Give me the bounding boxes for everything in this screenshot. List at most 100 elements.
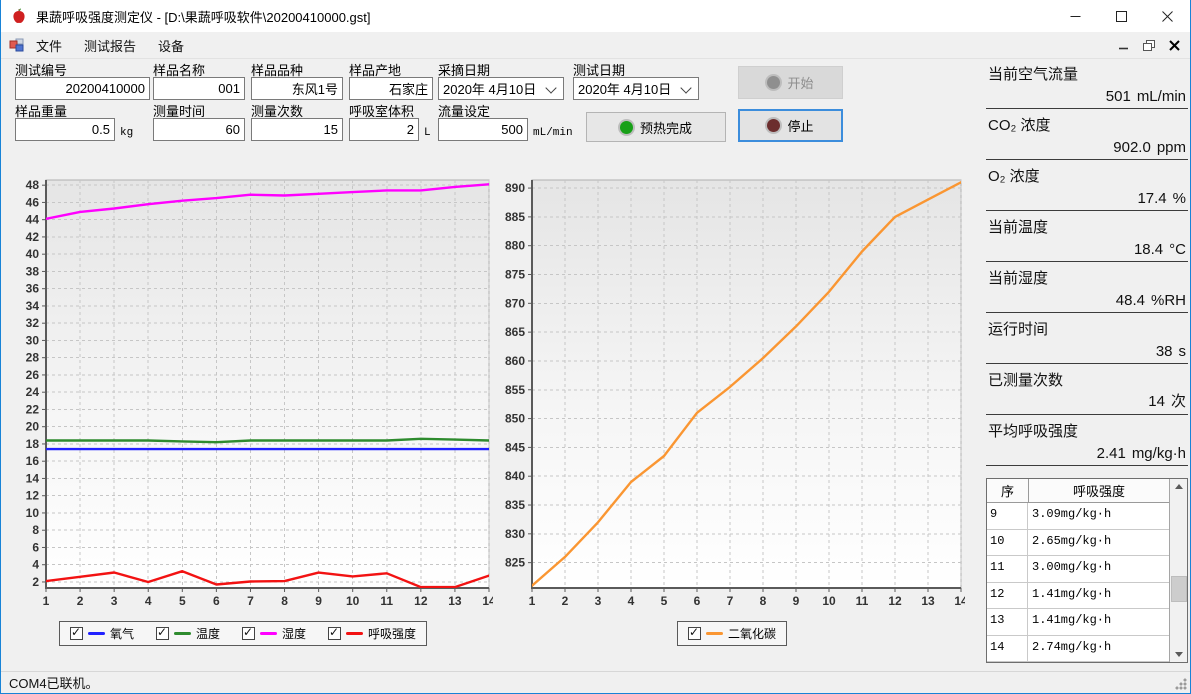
measure-time-input[interactable] [153, 118, 245, 141]
maximize-button[interactable] [1098, 0, 1144, 32]
gray-status-dot-icon [767, 76, 780, 89]
stat-label: 运行时间 [988, 318, 1048, 339]
status-bar: COM4已联机。 [1, 671, 1190, 693]
stat-temperature: 当前温度 18.4°C [986, 211, 1188, 262]
scroll-up-button[interactable] [1170, 479, 1187, 494]
svg-text:850: 850 [505, 412, 525, 426]
humidity-checkbox[interactable] [242, 627, 255, 640]
legend-label: 温度 [196, 625, 220, 642]
resize-grip[interactable] [1175, 678, 1187, 690]
table-row[interactable]: 11 3.00mg/kg·h [987, 556, 1169, 582]
close-icon [1162, 11, 1173, 22]
stat-value: 17.4% [1137, 190, 1186, 207]
close-button[interactable] [1144, 0, 1190, 32]
sample-name-input[interactable] [153, 77, 245, 100]
svg-text:28: 28 [26, 351, 40, 365]
field-label: 测量次数 [251, 101, 343, 117]
menu-item-device[interactable]: 设备 [147, 32, 195, 59]
svg-text:870: 870 [505, 296, 525, 310]
legend-item-temperature: 温度 [156, 625, 220, 642]
field-measure-time: 测量时间 s [153, 101, 245, 141]
svg-text:890: 890 [505, 181, 525, 195]
stat-measured-count: 已测量次数 14次 [986, 364, 1188, 415]
svg-text:13: 13 [921, 594, 935, 608]
field-label: 样品产地 [349, 60, 433, 76]
svg-text:8: 8 [281, 594, 288, 608]
svg-text:11: 11 [380, 594, 393, 608]
svg-text:840: 840 [505, 469, 525, 483]
preheat-status-button[interactable]: 预热完成 [586, 112, 726, 142]
svg-text:5: 5 [179, 594, 186, 608]
svg-text:11: 11 [856, 594, 869, 608]
stat-label: 已测量次数 [988, 369, 1063, 390]
svg-text:825: 825 [505, 556, 525, 570]
table-row[interactable]: 13 1.41mg/kg·h [987, 609, 1169, 635]
title-bar: 果蔬呼吸强度测定仪 - [D:\果蔬呼吸软件\20200410000.gst] [1, 0, 1190, 32]
sample-weight-input[interactable] [15, 118, 115, 141]
menu-item-file[interactable]: 文件 [25, 32, 73, 59]
stat-label: 平均呼吸强度 [988, 420, 1078, 441]
sample-variety-input[interactable] [251, 77, 343, 100]
svg-text:1: 1 [43, 594, 50, 608]
scroll-down-button[interactable] [1170, 647, 1187, 662]
field-sample-origin: 样品产地 [349, 60, 433, 100]
svg-text:2: 2 [562, 594, 569, 608]
svg-text:880: 880 [505, 239, 525, 253]
co2-chart-legend: 二氧化碳 [677, 621, 787, 646]
svg-text:8: 8 [760, 594, 767, 608]
svg-text:835: 835 [505, 498, 525, 512]
stop-button[interactable]: 停止 [738, 109, 843, 142]
stat-avg-respiration: 平均呼吸强度 2.41mg/kg·h [986, 415, 1188, 466]
table-row[interactable]: 9 3.09mg/kg·h [987, 503, 1169, 529]
child-minimize-icon[interactable] [1119, 40, 1129, 50]
header-respiration: 呼吸强度 [1029, 481, 1169, 500]
stop-label: 停止 [787, 116, 813, 135]
respiration-checkbox[interactable] [328, 627, 341, 640]
live-stats-panel: 当前空气流量 501mL/min CO₂ 浓度 902.0ppm O₂ 浓度 1… [986, 58, 1188, 466]
child-restore-icon[interactable] [1143, 40, 1155, 51]
green-status-dot-icon [620, 121, 633, 134]
test-date-value: 2020年 4月10日 [578, 79, 671, 98]
legend-item-oxygen: 氧气 [70, 625, 134, 642]
field-sample-weight: 样品重量 kg [15, 101, 115, 141]
flow-setting-input[interactable] [438, 118, 528, 141]
menu-item-test-report[interactable]: 测试报告 [73, 32, 147, 59]
svg-text:2: 2 [77, 594, 84, 608]
svg-text:14: 14 [482, 594, 493, 608]
minimize-button[interactable] [1052, 0, 1098, 32]
svg-text:34: 34 [26, 299, 40, 313]
measure-count-input[interactable] [251, 118, 343, 141]
legend-label: 氧气 [110, 625, 134, 642]
table-row[interactable]: 10 2.65mg/kg·h [987, 530, 1169, 556]
test-date-combobox[interactable]: 2020年 4月10日 [573, 77, 699, 100]
scrollbar-thumb[interactable] [1171, 576, 1187, 602]
field-label: 样品重量 [15, 101, 115, 117]
sample-origin-input[interactable] [349, 77, 433, 100]
child-close-icon[interactable] [1169, 40, 1180, 51]
svg-text:9: 9 [793, 594, 800, 608]
svg-text:885: 885 [505, 210, 525, 224]
table-row[interactable]: 12 1.41mg/kg·h [987, 583, 1169, 609]
table-row[interactable]: 14 2.74mg/kg·h [987, 636, 1169, 662]
stat-humidity: 当前湿度 48.4%RH [986, 262, 1188, 313]
stat-value: 14次 [1148, 390, 1186, 411]
svg-text:6: 6 [694, 594, 701, 608]
respiration-results-table: 序 呼吸强度 9 3.09mg/kg·h 10 2.65mg/kg·h 11 3… [986, 478, 1188, 663]
chamber-volume-input[interactable] [349, 118, 419, 141]
temperature-checkbox[interactable] [156, 627, 169, 640]
legend-label: 呼吸强度 [368, 625, 416, 642]
left-chart-legend: 氧气 温度 湿度 呼吸强度 [59, 621, 427, 646]
oxygen-checkbox[interactable] [70, 627, 83, 640]
svg-text:32: 32 [26, 316, 40, 330]
respiration-line-swatch [346, 632, 363, 635]
svg-text:42: 42 [26, 230, 40, 244]
table-scrollbar[interactable] [1169, 479, 1187, 662]
svg-text:5: 5 [661, 594, 668, 608]
start-button[interactable]: 开始 [738, 66, 843, 99]
svg-text:10: 10 [26, 506, 40, 520]
oxygen-line-swatch [88, 632, 105, 635]
co2-checkbox[interactable] [688, 627, 701, 640]
test-id-input[interactable] [15, 77, 150, 100]
harvest-date-combobox[interactable]: 2020年 4月10日 [438, 77, 564, 100]
connection-status: COM4已联机。 [9, 673, 99, 692]
